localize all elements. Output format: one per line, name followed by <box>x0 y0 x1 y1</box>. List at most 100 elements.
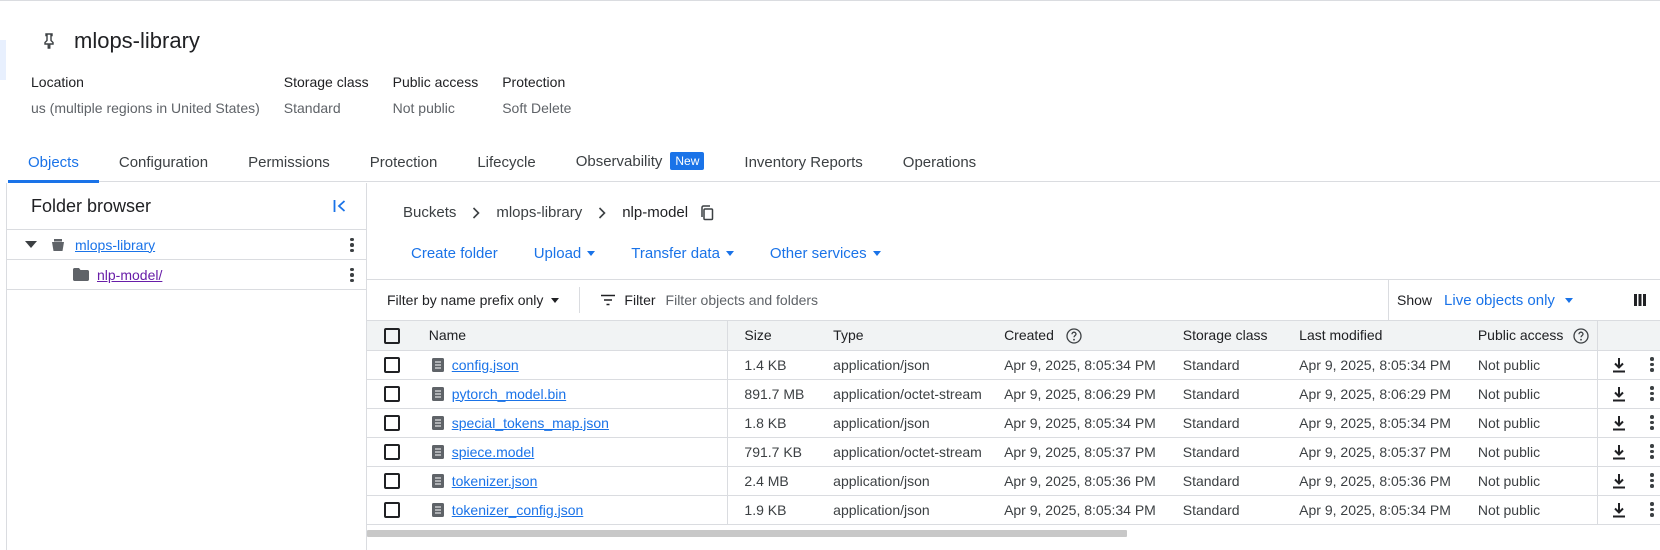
table-row[interactable]: special_tokens_map.json 1.8 KB applicati… <box>367 408 1660 438</box>
created-cell: Apr 9, 2025, 8:05:37 PM <box>1004 437 1183 467</box>
download-icon[interactable] <box>1612 444 1626 460</box>
table-row[interactable]: tokenizer_config.json 1.9 KB application… <box>367 495 1660 525</box>
filter-input[interactable]: Filter objects and folders <box>666 292 1388 308</box>
create-folder-label: Create folder <box>411 245 498 262</box>
object-name-link[interactable]: tokenizer.json <box>452 473 538 489</box>
bucket-header: mlops-library <box>40 28 200 54</box>
upload-button[interactable]: Upload <box>534 245 596 262</box>
copy-icon[interactable] <box>700 204 714 221</box>
tab-permissions[interactable]: Permissions <box>228 148 350 182</box>
breadcrumb-current: nlp-model <box>622 204 689 221</box>
row-checkbox[interactable] <box>384 444 400 461</box>
tab-label: Protection <box>369 154 438 171</box>
select-all-checkbox[interactable] <box>384 327 400 344</box>
tree-link-folder[interactable]: nlp-model/ <box>97 267 162 283</box>
type-cell: application/octet-stream <box>819 437 1005 467</box>
tab-observability[interactable]: Observability New <box>556 147 725 181</box>
breadcrumb-bucket[interactable]: mlops-library <box>496 204 582 221</box>
create-folder-button[interactable]: Create folder <box>411 245 498 262</box>
download-icon[interactable] <box>1612 502 1626 518</box>
property-location: Location us (multiple regions in United … <box>31 74 260 116</box>
download-icon[interactable] <box>1612 386 1626 402</box>
more-options-icon[interactable] <box>1644 415 1660 431</box>
more-options-icon[interactable] <box>1644 444 1660 460</box>
table-row[interactable]: pytorch_model.bin 891.7 MB application/o… <box>367 379 1660 409</box>
object-name-link[interactable]: special_tokens_map.json <box>452 415 609 431</box>
object-name-link[interactable]: spiece.model <box>452 444 535 460</box>
type-cell: application/json <box>819 350 1005 380</box>
storage-class-cell: Standard <box>1182 379 1300 409</box>
column-public-access[interactable]: Public access <box>1477 321 1598 351</box>
prefix-filter-select[interactable]: Filter by name prefix only <box>367 280 579 320</box>
more-options-icon[interactable] <box>1644 357 1660 373</box>
tab-protection[interactable]: Protection <box>350 148 458 182</box>
column-size[interactable]: Size <box>727 321 820 351</box>
tab-operations[interactable]: Operations <box>883 148 996 182</box>
file-icon <box>431 502 444 517</box>
row-select-cell <box>367 379 405 409</box>
row-select-cell <box>367 350 405 380</box>
dropdown-caret-icon <box>1564 297 1573 303</box>
show-select[interactable]: Live objects only <box>1444 292 1573 309</box>
collapse-panel-icon[interactable] <box>330 196 350 216</box>
tab-lifecycle[interactable]: Lifecycle <box>457 148 555 182</box>
breadcrumb-buckets[interactable]: Buckets <box>403 204 456 221</box>
property-value: Soft Delete <box>502 100 572 116</box>
help-icon[interactable] <box>1573 328 1589 344</box>
transfer-data-button[interactable]: Transfer data <box>631 245 734 262</box>
object-name-link[interactable]: pytorch_model.bin <box>452 386 566 402</box>
tab-objects[interactable]: Objects <box>8 148 99 183</box>
column-last-modified[interactable]: Last modified <box>1299 321 1478 351</box>
object-name-link[interactable]: config.json <box>452 357 519 373</box>
tree-item-bucket[interactable]: mlops-library <box>7 230 366 260</box>
column-created[interactable]: Created <box>1004 321 1183 351</box>
property-label: Public access <box>392 74 479 90</box>
filter-button[interactable]: Filter <box>580 280 656 320</box>
download-icon[interactable] <box>1612 357 1626 373</box>
row-checkbox[interactable] <box>384 473 400 490</box>
other-services-label: Other services <box>769 245 867 262</box>
row-actions-cell <box>1597 437 1660 467</box>
table-row[interactable]: config.json 1.4 KB application/json Apr … <box>367 350 1660 380</box>
tab-label: Permissions <box>248 154 330 171</box>
column-type[interactable]: Type <box>819 321 1005 351</box>
expand-arrow-icon[interactable] <box>25 240 37 249</box>
file-icon <box>431 357 444 372</box>
more-options-icon[interactable] <box>344 267 360 283</box>
bucket-properties: Location us (multiple regions in United … <box>31 74 595 116</box>
pin-icon[interactable] <box>40 32 58 50</box>
row-checkbox[interactable] <box>384 386 400 403</box>
more-options-icon[interactable] <box>344 237 360 253</box>
more-options-icon[interactable] <box>1644 502 1660 518</box>
created-cell: Apr 9, 2025, 8:05:36 PM <box>1004 466 1183 496</box>
tab-label: Inventory Reports <box>744 154 863 171</box>
table-row[interactable]: spiece.model 791.7 KB application/octet-… <box>367 437 1660 467</box>
horizontal-scrollbar[interactable] <box>367 530 1127 537</box>
row-select-cell <box>367 466 405 496</box>
tab-inventory-reports[interactable]: Inventory Reports <box>724 148 882 182</box>
help-icon[interactable] <box>1066 328 1082 344</box>
tree-link-bucket[interactable]: mlops-library <box>75 237 155 253</box>
more-options-icon[interactable] <box>1644 473 1660 489</box>
download-icon[interactable] <box>1612 473 1626 489</box>
upload-label: Upload <box>533 245 582 262</box>
property-value: Not public <box>392 100 455 116</box>
last-modified-cell: Apr 9, 2025, 8:05:36 PM <box>1299 466 1478 496</box>
name-cell: tokenizer.json <box>404 466 729 496</box>
more-options-icon[interactable] <box>1644 386 1660 402</box>
download-icon[interactable] <box>1612 415 1626 431</box>
other-services-button[interactable]: Other services <box>770 245 881 262</box>
column-display-icon[interactable] <box>1633 293 1647 310</box>
tree-item-folder[interactable]: nlp-model/ <box>7 260 366 290</box>
object-name-link[interactable]: tokenizer_config.json <box>452 502 584 518</box>
size-cell: 1.9 KB <box>727 495 820 525</box>
row-checkbox[interactable] <box>384 415 400 432</box>
folder-icon <box>73 268 89 281</box>
column-name[interactable]: Name <box>404 321 729 351</box>
last-modified-cell: Apr 9, 2025, 8:05:34 PM <box>1299 350 1478 380</box>
tab-configuration[interactable]: Configuration <box>99 148 228 182</box>
table-row[interactable]: tokenizer.json 2.4 MB application/json A… <box>367 466 1660 496</box>
row-checkbox[interactable] <box>384 357 400 374</box>
row-checkbox[interactable] <box>384 502 400 519</box>
column-storage-class[interactable]: Storage class <box>1182 321 1300 351</box>
